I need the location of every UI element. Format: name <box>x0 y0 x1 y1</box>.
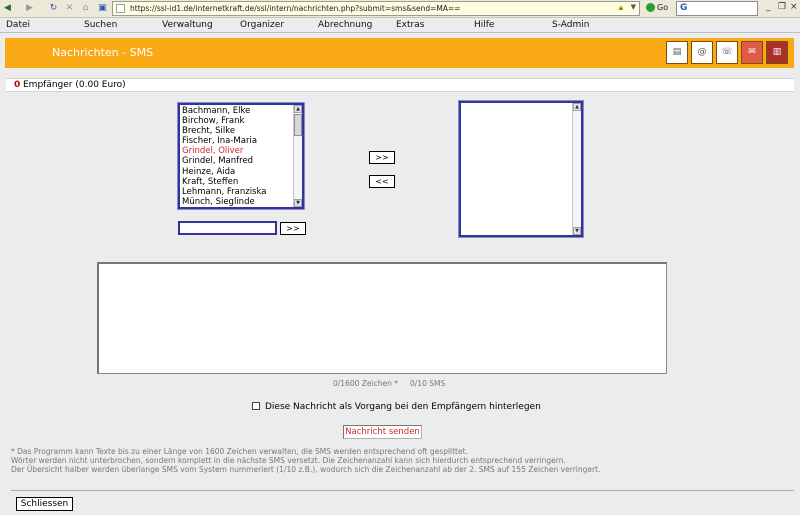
selected-recipients-list[interactable]: ▲ ▼ <box>458 100 584 238</box>
add-recipient-button[interactable]: >> <box>369 151 395 164</box>
lock-icon[interactable]: 🔒︎ <box>619 3 623 13</box>
char-counter: 0/1600 Zeichen * <box>333 379 398 388</box>
menu-suchen[interactable]: Suchen <box>84 19 117 31</box>
scroll-down-icon[interactable]: ▼ <box>294 199 302 207</box>
back-icon[interactable]: ◀ <box>2 3 13 14</box>
footnote-line: Wörter werden nicht unterbrochen, sonder… <box>11 456 566 466</box>
menu-s-admin[interactable]: S-Admin <box>552 19 589 31</box>
filter-add-button[interactable]: >> <box>280 222 306 235</box>
chevron-down-icon[interactable]: ▼ <box>631 3 636 11</box>
footnote-line: Der Übersicht halber werden überlange SM… <box>11 465 601 475</box>
contact-list[interactable]: Bachmann, Elke Birchow, Frank Brecht, Silk… <box>177 102 305 210</box>
send-message-button[interactable]: Nachricht senden <box>343 425 422 439</box>
footnotes: * Das Programm kann Texte bis zu einer L… <box>11 447 600 475</box>
menu-verwaltung[interactable]: Verwaltung <box>162 19 213 31</box>
contact-items: Bachmann, Elke Birchow, Frank Brecht, Silk… <box>182 106 266 207</box>
go-button[interactable]: Go <box>646 3 668 12</box>
print-icon[interactable]: ▣ <box>97 3 108 14</box>
contact-list-item[interactable]: Brecht, Silke <box>182 126 266 136</box>
scroll-up-icon[interactable]: ▲ <box>294 105 302 113</box>
page-icon <box>116 4 125 13</box>
recipient-count: 0 <box>14 80 21 90</box>
contact-list-scrollbar[interactable]: ▲ ▼ <box>293 105 302 207</box>
contact-list-item[interactable]: Bachmann, Elke <box>182 106 266 116</box>
trash-button[interactable]: ▥ <box>766 41 788 64</box>
contact-list-item[interactable]: Fischer, Ina-Maria <box>182 136 266 146</box>
archive-checkbox[interactable] <box>252 402 260 410</box>
menu-extras[interactable]: Extras <box>396 19 424 31</box>
sms-button[interactable]: ✉ <box>741 41 763 64</box>
menu-divider <box>0 32 800 33</box>
contact-list-item[interactable]: Kraft, Steffen <box>182 177 266 187</box>
recipient-cost-label: Empfänger (0.00 Euro) <box>23 80 126 90</box>
recipients-list-scrollbar[interactable]: ▲ ▼ <box>572 103 581 235</box>
minimize-icon[interactable]: _ <box>766 2 771 12</box>
remove-recipient-button[interactable]: << <box>369 175 395 188</box>
email-button[interactable]: @ <box>691 41 713 64</box>
close-button[interactable]: Schliessen <box>16 497 73 511</box>
scroll-thumb[interactable] <box>294 114 302 136</box>
recipients-summary: 0 Empfänger (0.00 Euro) <box>6 78 794 92</box>
address-bar[interactable]: https://ssl-id1.de/internetkraft.de/ssl/… <box>112 1 640 16</box>
message-textarea[interactable] <box>97 262 667 374</box>
page-title: Nachrichten - SMS <box>52 46 154 59</box>
contact-list-item[interactable]: Birchow, Frank <box>182 116 266 126</box>
email-icon: @ <box>697 47 707 57</box>
menu-abrechnung[interactable]: Abrechnung <box>318 19 372 31</box>
menu-datei[interactable]: Datei <box>6 19 30 31</box>
phone-icon: ☏ <box>721 47 733 57</box>
menu-hilfe[interactable]: Hilfe <box>474 19 494 31</box>
browser-toolbar: ◀ ▶ ↻ ✕ ⌂ ▣ https://ssl-id1.de/internetk… <box>0 0 800 18</box>
stop-icon[interactable]: ✕ <box>64 3 75 14</box>
reload-icon[interactable]: ↻ <box>48 3 59 14</box>
home-icon[interactable]: ⌂ <box>80 3 91 14</box>
sms-counter: 0/10 SMS <box>410 379 446 388</box>
url-text: https://ssl-id1.de/internetkraft.de/ssl/… <box>130 4 461 13</box>
contact-list-item[interactable]: Grindel, Manfred <box>182 156 266 166</box>
close-window-icon[interactable]: × <box>790 2 798 12</box>
contact-filter-input[interactable] <box>178 221 277 235</box>
page-header: Nachrichten - SMS ▤ @ ☏ ✉ ▥ <box>5 38 794 68</box>
sms-icon: ✉ <box>748 47 756 57</box>
notes-button[interactable]: ▤ <box>666 41 688 64</box>
footer-divider <box>11 490 794 491</box>
notes-icon: ▤ <box>672 47 682 57</box>
contact-list-item[interactable]: Lehmann, Franziska <box>182 187 266 197</box>
contact-list-item[interactable]: Münch, Sieglinde <box>182 197 266 207</box>
contact-list-item[interactable]: Heinze, Aida <box>182 167 266 177</box>
scroll-up-icon[interactable]: ▲ <box>573 103 581 111</box>
go-label: Go <box>657 3 669 12</box>
app-menubar: Datei Suchen Verwaltung Organizer Abrech… <box>0 18 800 32</box>
footnote-line: * Das Programm kann Texte bis zu einer L… <box>11 447 468 456</box>
menu-organizer[interactable]: Organizer <box>240 19 284 31</box>
trash-icon: ▥ <box>772 47 782 57</box>
restore-icon[interactable]: ❐ <box>778 2 786 12</box>
search-input[interactable]: G <box>676 1 758 16</box>
phone-button[interactable]: ☏ <box>716 41 738 64</box>
go-icon <box>646 3 655 12</box>
archive-checkbox-label: Diese Nachricht als Vorgang bei den Empf… <box>265 402 541 412</box>
search-engine-icon: G <box>680 3 688 13</box>
contact-list-item[interactable]: Grindel, Oliver <box>182 146 266 156</box>
forward-icon[interactable]: ▶ <box>24 3 35 14</box>
scroll-down-icon[interactable]: ▼ <box>573 227 581 235</box>
